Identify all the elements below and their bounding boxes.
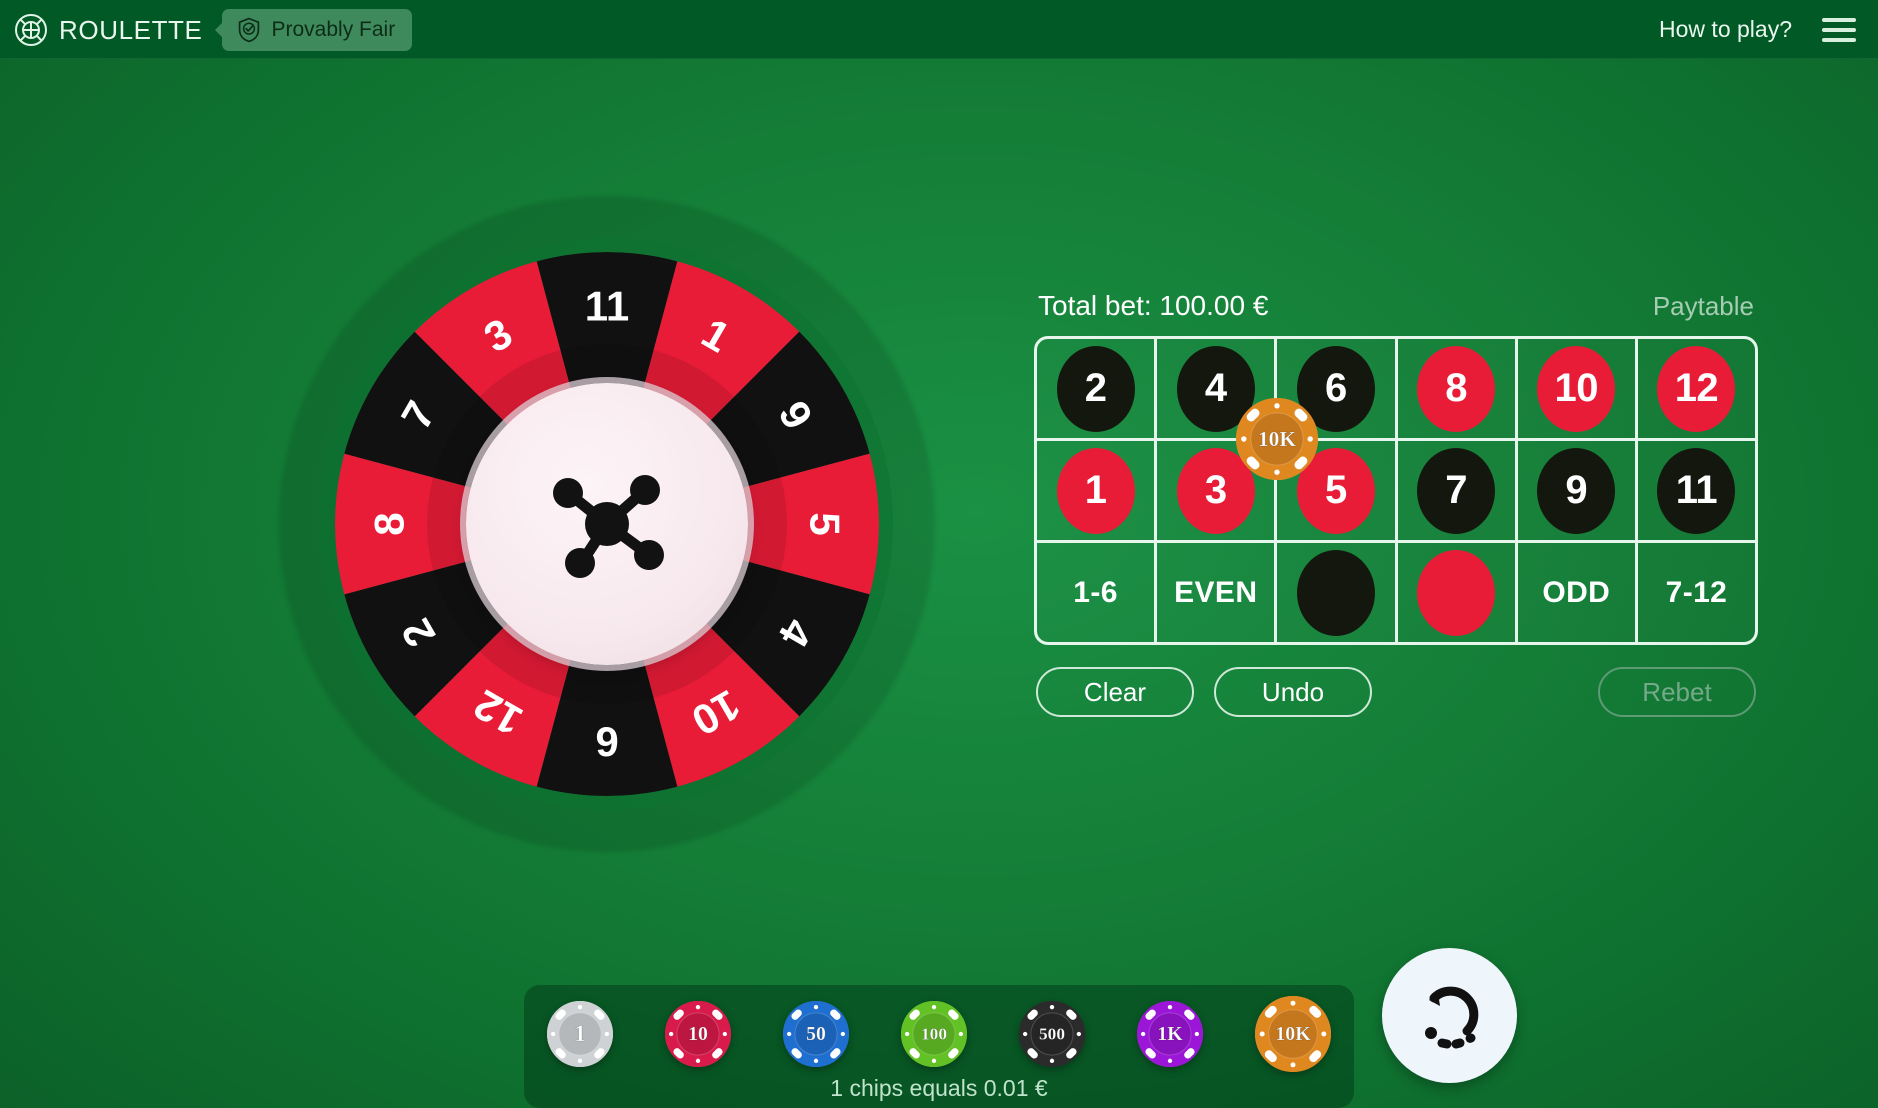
svg-text:1K: 1K <box>1157 1023 1183 1045</box>
svg-text:100: 100 <box>921 1025 947 1044</box>
total-bet-label: Total bet: 100.00 € <box>1038 290 1269 321</box>
brand: ROULETTE <box>0 13 202 47</box>
chip-500[interactable]: 500 <box>1018 1000 1086 1068</box>
svg-text:50: 50 <box>806 1023 826 1045</box>
red-color-pill <box>1417 549 1496 636</box>
bet-cell-number-5[interactable]: 5 <box>1274 441 1394 540</box>
number-pill: 1 <box>1056 447 1135 534</box>
outside-bet-label: 1-6 <box>1073 575 1118 609</box>
chip-tray-area: 1 10 50 100 500 1K 10K 1 chips equals 0.… <box>524 948 1517 1108</box>
wheel-number-label: 5 <box>802 512 849 535</box>
hamburger-menu-icon[interactable] <box>1822 17 1856 42</box>
wheel-number-label: 11 <box>585 283 629 330</box>
wheel-hub <box>466 383 748 665</box>
svg-text:10K: 10K <box>1275 1023 1311 1045</box>
bet-cell-number-6[interactable]: 6 <box>1274 339 1394 438</box>
bet-grid: 2 4 6 8 10 12 1 3 5 7 9 11 1-6 EVEN ODD 7-12 10K <box>1034 336 1758 645</box>
number-pill: 11 <box>1657 447 1736 534</box>
outside-bet-label: 7-12 <box>1665 575 1728 609</box>
number-pill: 2 <box>1056 345 1135 432</box>
provably-fair-label: Provably Fair <box>271 17 396 41</box>
bet-cell-outside-odd[interactable]: ODD <box>1514 543 1635 642</box>
bet-cell-number-2[interactable]: 2 <box>1037 339 1154 438</box>
rebet-button[interactable]: Rebet <box>1598 667 1756 717</box>
bet-cell-number-11[interactable]: 11 <box>1634 441 1755 540</box>
bet-cell-number-8[interactable]: 8 <box>1394 339 1515 438</box>
bet-grid-row: 1 3 5 7 9 11 <box>1037 438 1755 540</box>
number-pill: 10 <box>1537 345 1616 432</box>
undo-button[interactable]: Undo <box>1214 667 1372 717</box>
paytable-link[interactable]: Paytable <box>1653 291 1754 322</box>
number-pill: 6 <box>1296 345 1375 432</box>
chip-list: 1 10 50 100 500 1K 10K <box>546 995 1332 1073</box>
number-pill: 12 <box>1657 345 1736 432</box>
bet-cell-number-10[interactable]: 10 <box>1514 339 1635 438</box>
number-pill: 3 <box>1176 447 1255 534</box>
header-actions: How to play? <box>1659 16 1878 43</box>
chip-50[interactable]: 50 <box>782 1000 850 1068</box>
wheel-number-label: 6 <box>595 719 618 766</box>
spin-refresh-icon <box>1424 986 1478 1048</box>
chip-value-hint: 1 chips equals 0.01 € <box>830 1075 1048 1101</box>
app-header: ROULETTE Provably Fair How to play? <box>0 0 1878 59</box>
chip-10K[interactable]: 10K <box>1254 995 1332 1073</box>
roulette-game-screen: ROULETTE Provably Fair How to play? 11 1… <box>0 0 1878 1108</box>
bet-cell-outside-1-6[interactable]: 1-6 <box>1037 543 1154 642</box>
wheel-number-label: 8 <box>366 512 413 535</box>
bet-cell-number-7[interactable]: 7 <box>1394 441 1515 540</box>
svg-text:500: 500 <box>1039 1025 1065 1044</box>
chip-10[interactable]: 10 <box>664 1000 732 1068</box>
clear-button[interactable]: Clear <box>1036 667 1194 717</box>
chip-1K[interactable]: 1K <box>1136 1000 1204 1068</box>
bet-cell-color-red[interactable] <box>1394 543 1515 642</box>
number-pill: 5 <box>1296 447 1375 534</box>
chip-tray: 1 10 50 100 500 1K 10K 1 chips equals 0.… <box>524 985 1354 1108</box>
bet-action-bar: Clear Undo Rebet <box>1034 667 1758 717</box>
bet-cell-number-3[interactable]: 3 <box>1154 441 1274 540</box>
spin-button[interactable] <box>1382 948 1517 1083</box>
bet-grid-row: 1-6 EVEN ODD 7-12 <box>1037 540 1755 642</box>
shield-check-icon <box>236 17 262 43</box>
bet-cell-color-black[interactable] <box>1274 543 1394 642</box>
number-pill: 9 <box>1537 447 1616 534</box>
roulette-target-icon <box>14 13 48 47</box>
roulette-wheel: 11 1 9 5 4 10 6 12 2 8 7 3 <box>279 196 935 852</box>
outside-bet-label: ODD <box>1542 575 1611 609</box>
bet-grid-row: 2 4 6 8 10 12 <box>1037 339 1755 438</box>
bet-cell-outside-even[interactable]: EVEN <box>1154 543 1274 642</box>
bet-cell-number-1[interactable]: 1 <box>1037 441 1154 540</box>
outside-bet-label: EVEN <box>1174 575 1258 609</box>
bet-cell-number-4[interactable]: 4 <box>1154 339 1274 438</box>
chip-1[interactable]: 1 <box>546 1000 614 1068</box>
chip-100[interactable]: 100 <box>900 1000 968 1068</box>
number-pill: 7 <box>1417 447 1496 534</box>
how-to-play-link[interactable]: How to play? <box>1659 16 1792 43</box>
brand-title: ROULETTE <box>59 14 203 45</box>
number-pill: 4 <box>1176 345 1255 432</box>
bet-cell-outside-7-12[interactable]: 7-12 <box>1634 543 1755 642</box>
black-color-pill <box>1296 549 1375 636</box>
provably-fair-badge[interactable]: Provably Fair <box>222 8 413 51</box>
bet-panel-header: Total bet: 100.00 € Paytable <box>1034 290 1758 336</box>
molecule-logo-icon <box>553 475 664 578</box>
svg-text:10: 10 <box>688 1023 708 1045</box>
bet-cell-number-9[interactable]: 9 <box>1514 441 1635 540</box>
number-pill: 8 <box>1417 345 1496 432</box>
bet-panel: Total bet: 100.00 € Paytable 2 4 6 8 10 12 1 3 5… <box>1034 290 1758 717</box>
bet-cell-number-12[interactable]: 12 <box>1634 339 1755 438</box>
svg-text:1: 1 <box>574 1021 586 1047</box>
